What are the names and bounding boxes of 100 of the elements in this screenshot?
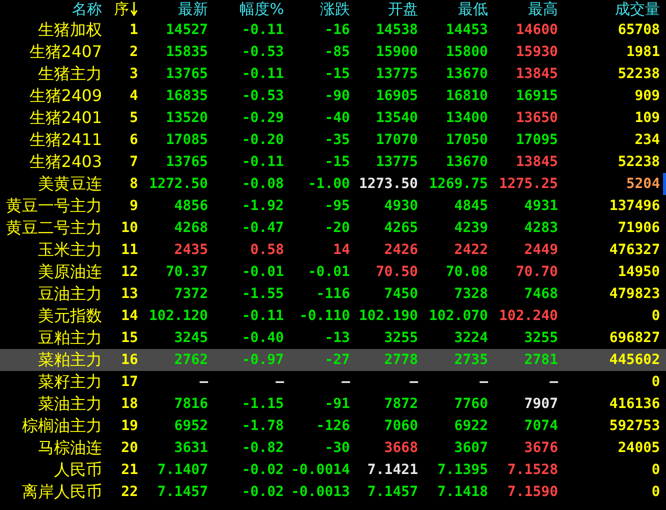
table-cell: 豆油主力 [38,284,102,304]
table-cell-text: 16835 [166,87,208,106]
table-row[interactable]: 黄豆二号主力 10 4268 -0.47 -20 4265 4239 4283 71906 [0,217,666,239]
table-row[interactable]: 豆油主力 13 7372 -1.55 -116 7450 7328 7468 479823 [0,283,666,305]
table-row[interactable]: 美原油连 12 70.37 -0.01 -0.01 70.50 70.08 70.70 14950 [0,261,666,283]
table-cell-text: 16905 [376,87,418,106]
table-cell-text: 234 [634,131,660,150]
table-cell-text: -1.15 [242,395,284,414]
table-cell-text: -91 [324,395,350,414]
table-cell-text: 3676 [524,439,558,458]
table-cell-text: 4930 [384,197,418,216]
table-row[interactable]: 棕榈油主力 19 6952 -1.78 -126 7060 6922 7074 592753 [0,415,666,437]
table-cell-text: 14527 [166,21,208,40]
table-cell-text: 70.70 [516,263,558,282]
table-row[interactable]: 生猪主力 3 13765 -0.11 -15 13775 13670 13845 52238 [0,63,666,85]
table-cell-text: 696827 [609,329,660,348]
table-cell-text: 1273.50 [358,175,418,194]
table-cell-text: 1272.50 [148,175,208,194]
table-cell-text: 7760 [454,395,488,414]
table-cell-text: 1275.25 [498,175,558,194]
table-row[interactable]: 生猪2407 2 15835 -0.53 -85 15900 15800 15930 1981 [0,41,666,63]
table-cell-text: 0.58 [250,241,284,260]
table-cell: 棕榈油主力 [22,416,102,436]
table-cell-text: 3245 [174,329,208,348]
table-cell-text: 909 [634,87,660,106]
column-header[interactable]: 最高 [528,0,558,19]
column-header[interactable]: 开盘 [388,0,418,19]
table-cell-text: 17085 [166,131,208,150]
column-header[interactable]: 名称 [72,0,102,19]
table-cell-text: 7 [130,153,138,172]
table-cell-text: 14 [121,307,138,326]
table-cell-text: 3668 [384,439,418,458]
table-cell-text: 0 [652,483,660,502]
table-cell: 生猪2401 [29,108,102,128]
table-row[interactable]: 生猪2409 4 16835 -0.53 -90 16905 16810 16915 909 [0,85,666,107]
table-cell-text: -35 [324,131,350,150]
table-row[interactable]: 菜籽主力 17 — — — — — — 0 [0,371,666,393]
table-row[interactable]: 生猪2401 5 13520 -0.29 -40 13540 13400 13650 109 [0,107,666,129]
table-cell-text: 3224 [454,329,488,348]
table-cell: 马棕油连 [38,438,102,458]
table-cell-text: 13765 [166,153,208,172]
table-cell-text: 52238 [618,65,660,84]
table-row[interactable]: 人民币 21 7.1407 -0.02 -0.0014 7.1421 7.1395 7.1528 0 [0,459,666,481]
table-cell-text: 4283 [524,219,558,238]
table-row[interactable]: 菜粕主力 16 2762 -0.97 -27 2778 2735 2781 445602 [0,349,666,371]
table-cell-text: 65708 [618,21,660,40]
table-cell-text: 13775 [376,65,418,84]
table-cell-text: 476327 [609,241,660,260]
table-cell-text: 9 [130,197,138,216]
table-cell-text: 13670 [446,65,488,84]
table-cell-text: -85 [324,43,350,62]
table-row[interactable]: 生猪加权 1 14527 -0.11 -16 14538 14453 14600 65708 [0,19,666,41]
table-cell-text: 7.1457 [157,483,208,502]
table-cell-text: 13845 [516,65,558,84]
table-cell: 菜油主力 [38,394,102,414]
column-header[interactable]: 涨跌 [320,0,350,19]
table-cell-text: 14950 [618,263,660,282]
table-cell-text: — [342,373,350,392]
table-row[interactable]: 美元指数 14 102.120 -0.11 -0.110 102.190 102.070 102.240 0 [0,305,666,327]
table-cell: 豆粕主力 [38,328,102,348]
table-cell-text: 5204 [626,175,660,194]
column-header[interactable]: 成交量 [615,0,660,19]
table-cell: 美原油连 [38,262,102,282]
table-cell-text: 109 [634,109,660,128]
table-cell-text: 0 [652,373,660,392]
table-cell-text: 445602 [609,351,660,370]
table-cell: 生猪2407 [29,42,102,62]
table-cell-text: -0.02 [242,483,284,502]
table-row[interactable]: 马棕油连 20 3631 -0.82 -30 3668 3607 3676 24005 [0,437,666,459]
table-row[interactable]: 美黄豆连 8 1272.50 -0.08 -1.00 1273.50 1269.75 1275.25 5204 [0,173,666,195]
table-row[interactable]: 离岸人民币 22 7.1457 -0.02 -0.0013 7.1457 7.1418 7.1590 0 [0,481,666,503]
table-row[interactable]: 菜油主力 18 7816 -1.15 -91 7872 7760 7907 416136 [0,393,666,415]
table-cell-text: -0.97 [242,351,284,370]
table-cell-text: 16 [121,351,138,370]
table-cell-text: 17095 [516,131,558,150]
table-cell-text: 2 [130,43,138,62]
table-row[interactable]: 豆粕主力 15 3245 -0.40 -13 3255 3224 3255 696827 [0,327,666,349]
table-row[interactable]: 黄豆一号主力 9 4856 -1.92 -95 4930 4845 4931 137496 [0,195,666,217]
table-cell: 菜籽主力 [38,372,102,392]
table-cell-text: 13670 [446,153,488,172]
table-cell-text: 4856 [174,197,208,216]
table-cell-text: 102.240 [498,307,558,326]
table-cell-text: 17 [121,373,138,392]
table-cell-text: 19 [121,417,138,436]
table-cell-text: -0.0014 [290,461,350,480]
table-cell-text: -0.40 [242,329,284,348]
table-cell-text: 4845 [454,197,488,216]
table-row[interactable]: 玉米主力 11 2435 0.58 14 2426 2422 2449 476327 [0,239,666,261]
column-header[interactable]: 幅度% [240,0,284,19]
table-cell: 生猪加权 [38,20,102,40]
table-cell-text: 479823 [609,285,660,304]
table-row[interactable]: 生猪2411 6 17085 -0.20 -35 17070 17050 17095 234 [0,129,666,151]
table-cell-text: 6 [130,131,138,150]
column-header[interactable]: 最新 [178,0,208,19]
table-cell-text: 2781 [524,351,558,370]
table-cell-text: -15 [324,153,350,172]
column-header[interactable]: 序 [114,0,138,19]
column-header[interactable]: 最低 [458,0,488,19]
table-cell-text: 2762 [174,351,208,370]
table-row[interactable]: 生猪2403 7 13765 -0.11 -15 13775 13670 13845 52238 [0,151,666,173]
